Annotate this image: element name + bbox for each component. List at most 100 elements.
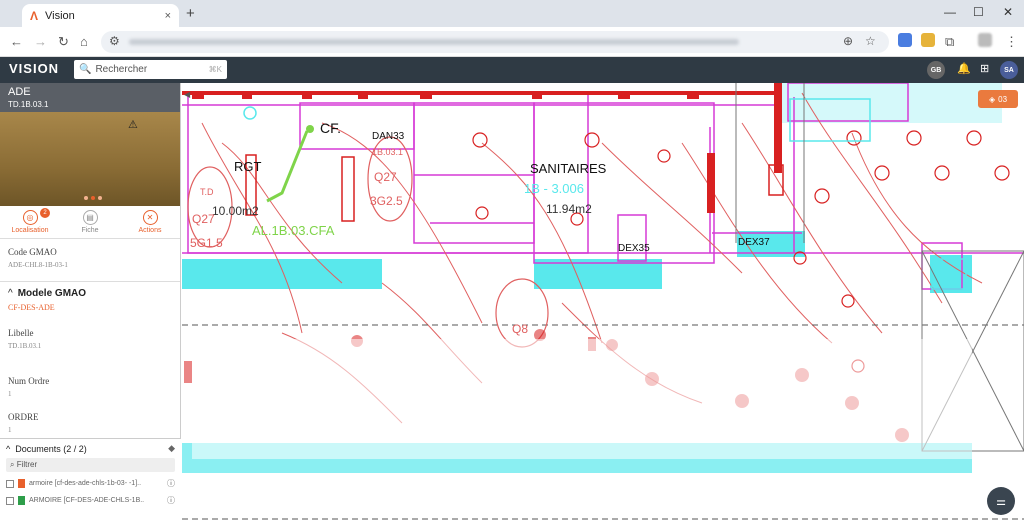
site-info-icon[interactable]: ⚙	[109, 34, 120, 48]
documents-header[interactable]: ^ Documents (2 / 2) ◆	[6, 443, 175, 454]
document-checkbox[interactable]	[6, 479, 14, 488]
user-avatar-gb[interactable]: GB	[927, 61, 945, 79]
label-3g25: 3G2.5	[370, 194, 403, 208]
documents-filter-input[interactable]: ⌕ Filtrer	[6, 458, 175, 472]
browser-tab[interactable]: Λ Vision ×	[22, 4, 179, 27]
label-q8: Q8	[512, 322, 528, 336]
actions-label: Actions	[138, 227, 162, 234]
actions-button[interactable]: ✕ Actions	[120, 206, 180, 238]
zoom-icon[interactable]: ⊕	[843, 34, 853, 48]
app-logo: VISION	[9, 61, 60, 76]
label-dex37: DEX37	[738, 237, 770, 248]
label-td: T.D	[200, 187, 214, 197]
label-q27: Q27	[192, 212, 215, 226]
url-bar[interactable]: ⚙ ⊕ ☆	[101, 31, 889, 53]
user-avatar-sa[interactable]: SA	[1000, 61, 1018, 79]
close-window-button[interactable]: ✕	[1003, 5, 1013, 19]
photo-carousel-dots[interactable]	[84, 196, 102, 200]
label-tdb: 1B.03.1	[372, 147, 403, 157]
floor-plan-drawing[interactable]: CF. RGT DAN33 SANITAIRES DEX35 DEX37 10.…	[182, 83, 1024, 524]
localisation-badge: 2	[40, 208, 50, 218]
location-arrow	[266, 130, 309, 203]
code-gmao-label: Code GMAO	[8, 247, 57, 257]
sliders-icon: ⚌	[996, 495, 1006, 508]
equipment-photo[interactable]: ⚠	[0, 112, 180, 206]
profile-avatar[interactable]	[978, 33, 992, 47]
modele-title: Modele GMAO	[17, 288, 87, 299]
maximize-button[interactable]: ☐	[973, 5, 984, 19]
label-dex35: DEX35	[618, 243, 650, 254]
forward-icon[interactable]: →	[34, 34, 47, 49]
back-icon[interactable]: ←	[10, 34, 23, 49]
filter-settings-button[interactable]: ⚌	[987, 487, 1015, 515]
new-tab-button[interactable]: +	[186, 5, 195, 22]
search-icon: 🔍	[79, 64, 92, 75]
label-dan33: DAN33	[372, 131, 405, 142]
reload-icon[interactable]: ↻	[58, 34, 69, 50]
extension-icon[interactable]	[921, 33, 935, 47]
document-checkbox[interactable]	[6, 496, 14, 505]
ordre-value: 1	[8, 426, 12, 434]
location-pin	[306, 125, 314, 133]
blurred-region	[192, 339, 972, 459]
label-area1: 10.00m2	[212, 204, 259, 218]
tab-title: Vision	[45, 9, 75, 22]
info-icon[interactable]: ⓘ	[167, 478, 175, 489]
document-name: ARMOIRE [CF-DES-ADE-CHLS-1B..	[29, 497, 145, 504]
close-tab-icon[interactable]: ×	[165, 10, 171, 22]
grid-icon[interactable]: ⊞	[980, 62, 989, 75]
plan-zone	[182, 259, 382, 289]
modele-value: CF-DES-ADE	[8, 303, 55, 312]
home-icon[interactable]: ⌂	[80, 34, 88, 49]
chevron-up-icon: ^	[8, 288, 13, 299]
layers-button[interactable]: ◈ 03	[978, 90, 1018, 108]
localisation-button[interactable]: ◎ 2 Localisation	[0, 206, 60, 238]
tag-icon[interactable]: ◆	[168, 443, 175, 454]
plan-labels: CF. RGT DAN33 SANITAIRES DEX35 DEX37 10.…	[190, 120, 770, 336]
info-icon[interactable]: ⓘ	[167, 495, 175, 506]
documents-title: Documents (2 / 2)	[15, 443, 87, 454]
localisation-label: Localisation	[11, 227, 49, 234]
num-ordre-value: 1	[8, 390, 12, 398]
puzzle-icon[interactable]: ⧉	[945, 34, 954, 50]
file-icon: ▤	[82, 210, 98, 225]
bell-icon[interactable]: 🔔	[957, 62, 971, 75]
layers-icon: ◈	[988, 94, 996, 104]
search-input[interactable]: 🔍 Rechercher ⌘K	[74, 60, 227, 79]
libelle-value: TD.1B.03.1	[8, 342, 42, 350]
search-placeholder: Rechercher	[95, 64, 148, 75]
browser-toolbar: ← → ↻ ⌂ ⚙ ⊕ ☆ ⧉ ⋮	[0, 27, 1024, 57]
detail-fields: Code GMAO ADE-CHL8-1B-03-1 ^ Modele GMAO …	[0, 247, 180, 434]
minimize-button[interactable]: —	[944, 5, 956, 19]
label-rgt: RGT	[234, 159, 262, 174]
collapse-panel-icon[interactable]: ◀	[184, 90, 190, 99]
document-item[interactable]: ARMOIRE [CF-DES-ADE-CHLS-1B.. ⓘ	[6, 495, 175, 506]
documents-section: ^ Documents (2 / 2) ◆ ⌕ Filtrer armoire …	[0, 438, 181, 524]
fiche-label: Fiche	[81, 227, 99, 234]
bookmark-star-icon[interactable]: ☆	[865, 34, 876, 48]
plan-zone	[782, 83, 1002, 123]
filter-placeholder: Filtrer	[16, 460, 38, 469]
panel-header: ADE TD.1B.03.1	[0, 83, 180, 112]
modele-section-toggle[interactable]: ^ Modele GMAO	[8, 288, 172, 299]
menu-dots-icon[interactable]: ⋮	[1005, 34, 1018, 50]
code-gmao-value: ADE-CHL8-1B-03-1	[8, 261, 68, 269]
document-item[interactable]: armoire [cf-des-ade-chls-1b-03- -1].. ⓘ	[6, 478, 175, 489]
browser-tab-bar: Λ Vision × + — ☐ ✕	[0, 0, 1024, 27]
blurred-url	[129, 39, 739, 45]
fiche-button[interactable]: ▤ Fiche	[60, 206, 120, 238]
floor-plan-viewer[interactable]: CF. RGT DAN33 SANITAIRES DEX35 DEX37 10.…	[182, 83, 1024, 524]
excel-file-icon	[18, 496, 25, 505]
translate-extension-icon[interactable]	[898, 33, 912, 47]
panel-actions: ◎ 2 Localisation ▤ Fiche ✕ Actions	[0, 206, 180, 239]
label-al: AL.1B.03.CFA	[252, 223, 335, 238]
label-5g15: 5G1.5	[190, 236, 223, 250]
chevron-up-icon: ^	[6, 443, 11, 454]
warning-icon: ⚠	[128, 119, 138, 131]
app-header: VISION 🔍 Rechercher ⌘K GB 🔔 ⊞ SA	[0, 57, 1024, 83]
label-q27b: Q27	[374, 170, 397, 184]
search-icon: ⌕	[10, 460, 15, 469]
num-ordre-label: Num Ordre	[8, 376, 50, 386]
label-area2: 11.94m2	[546, 202, 592, 216]
layers-count: 03	[998, 94, 1008, 104]
